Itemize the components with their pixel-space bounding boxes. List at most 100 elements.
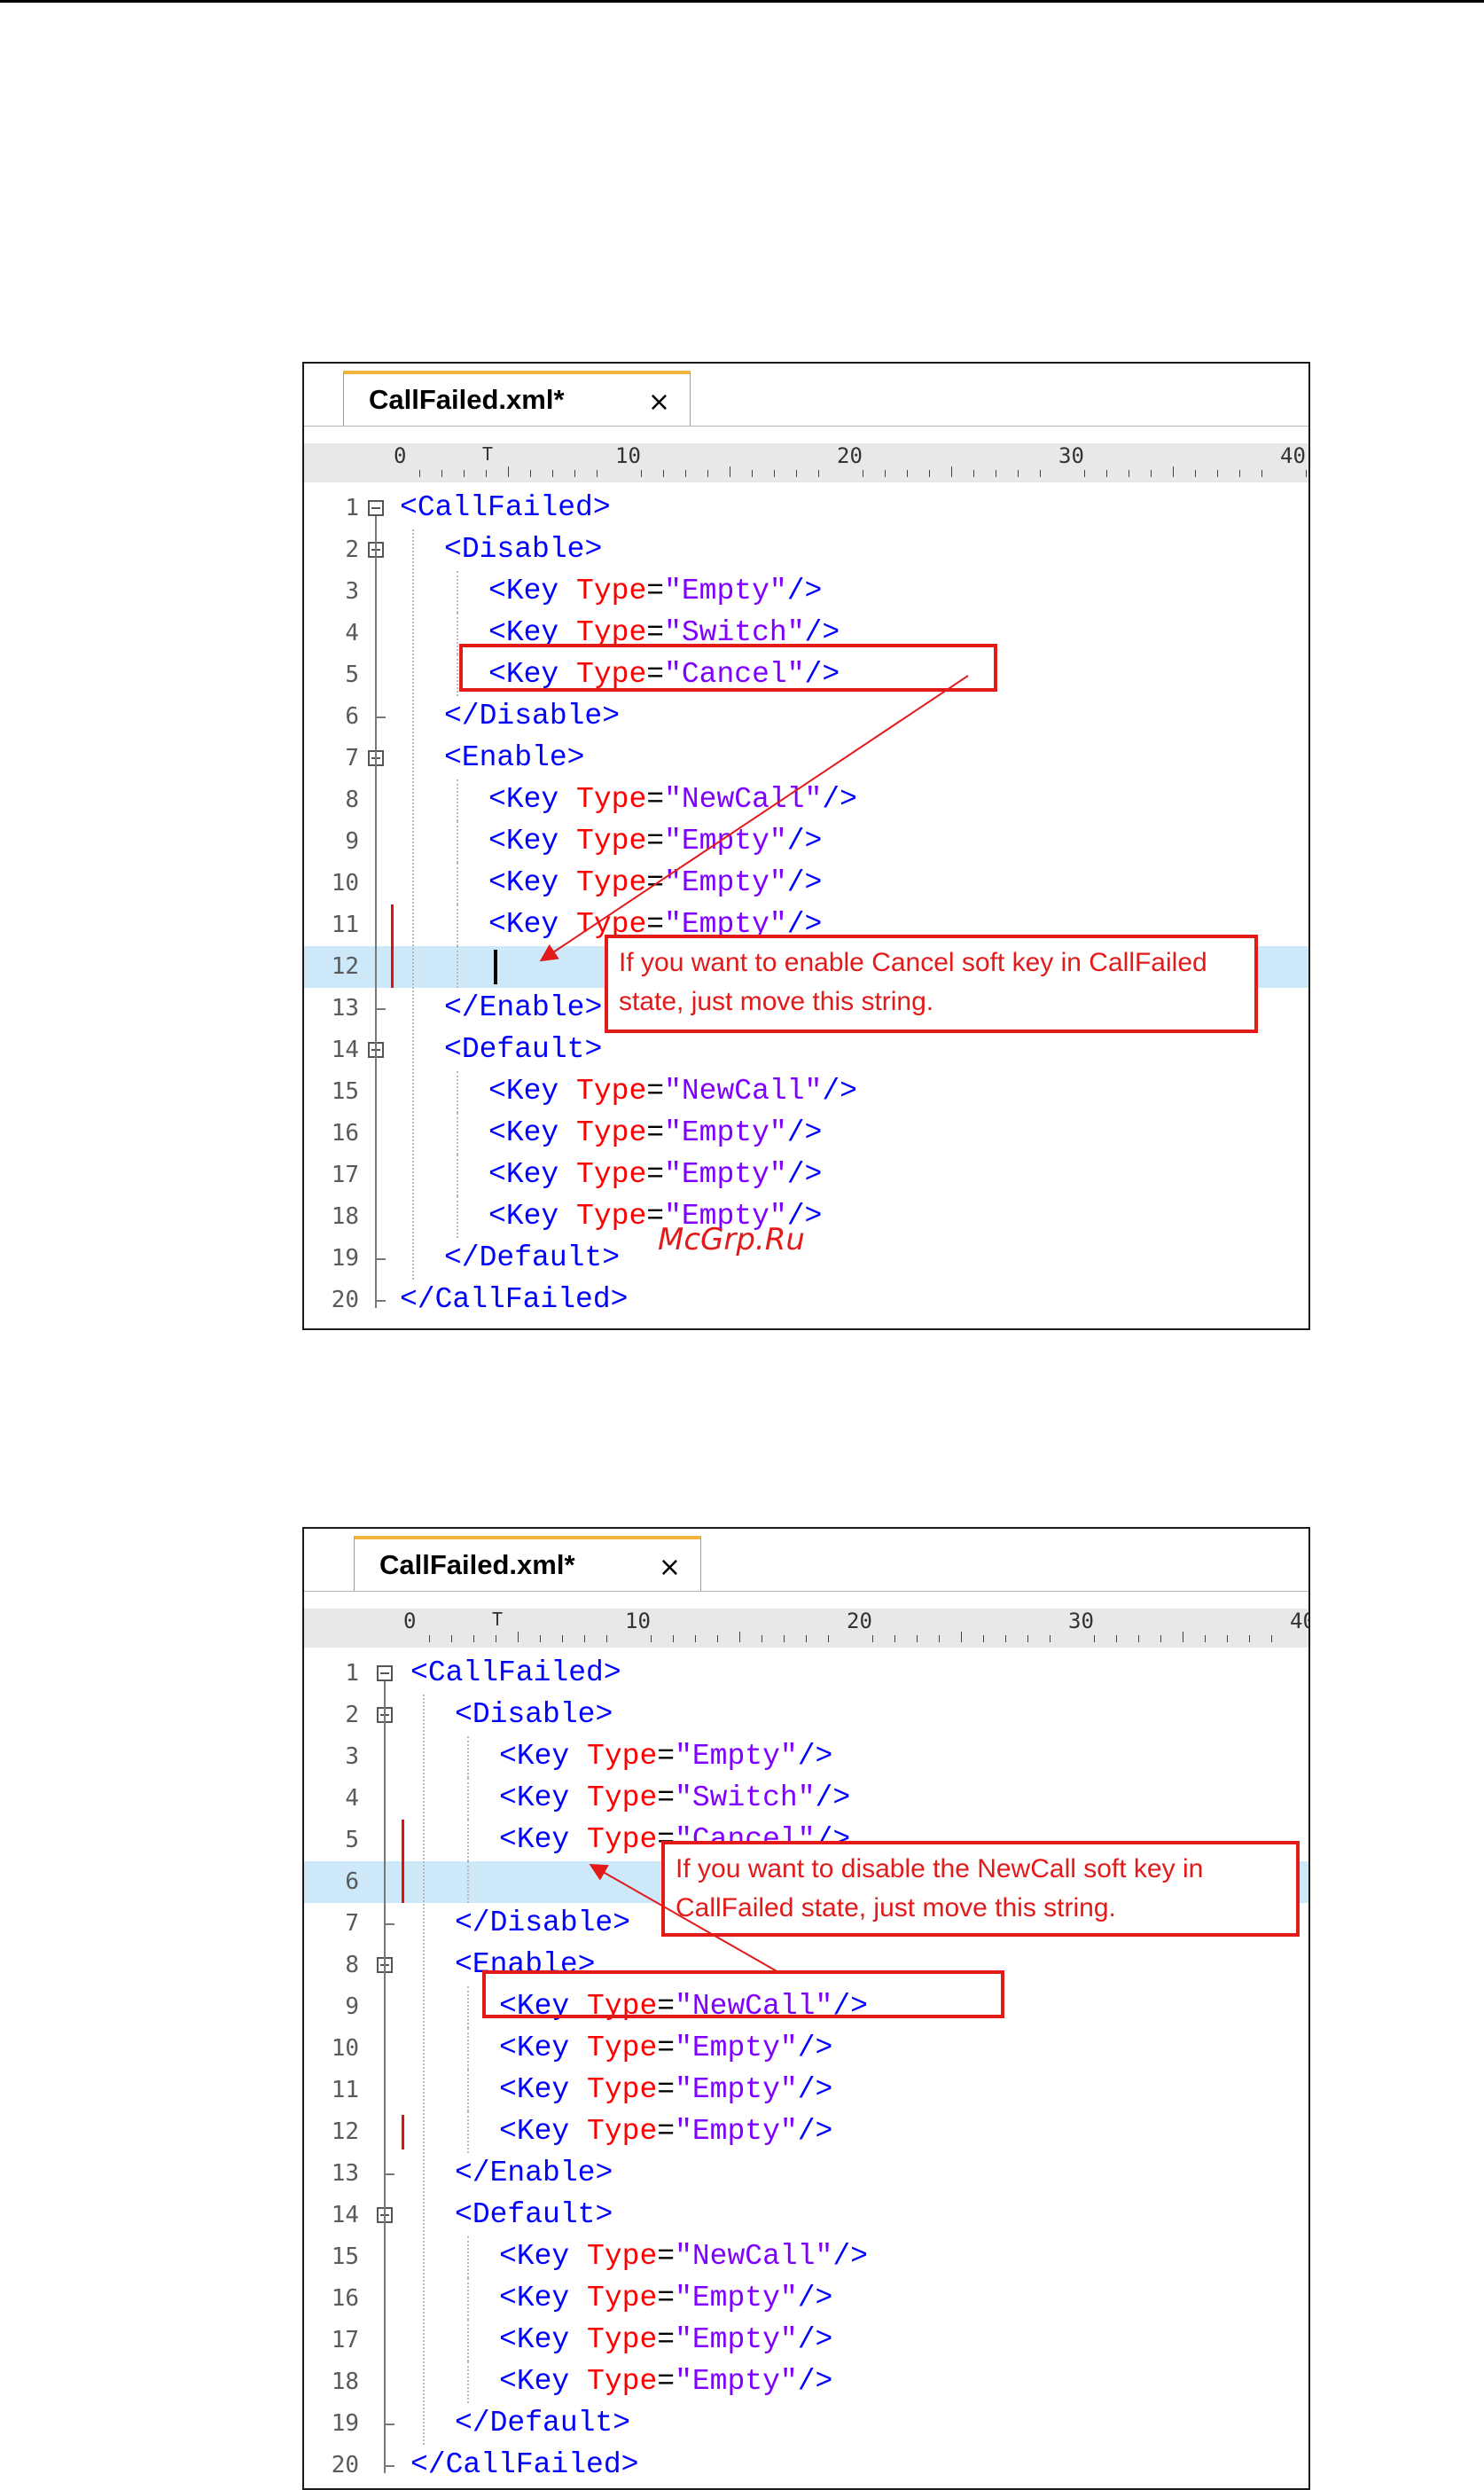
ruler-tick [1195,470,1196,477]
tab-callfailed-xml[interactable]: CallFailed.xml* × [354,1536,701,1591]
ruler-label: 30 [1058,443,1084,468]
code-line[interactable]: 3 <Key Type="Empty"/> [304,1736,1308,1778]
code-text: </Disable> [455,1907,631,1939]
line-number: 4 [345,1785,359,1812]
ruler-tick [540,1635,541,1642]
ruler-tick [685,470,686,477]
ruler-tick [784,1635,785,1642]
ruler-tick [562,1635,563,1642]
fold-end-marker [375,1300,386,1302]
line-number: 10 [331,2035,359,2062]
ruler-tick [1138,1635,1139,1642]
fold-end-marker [375,716,386,718]
code-line[interactable]: 15 <Key Type="NewCall"/> [304,1071,1308,1113]
callout-enable-cancel: If you want to enable Cancel soft key in… [605,935,1258,1033]
code-text: </Disable> [444,700,621,732]
fold-guide-line [375,516,377,1308]
close-icon[interactable]: × [659,1552,681,1583]
code-line[interactable]: 17 <Key Type="Empty"/> [304,2320,1308,2361]
fold-end-marker [384,2465,394,2467]
line-number: 15 [331,2243,359,2270]
code-line[interactable]: 2 <Disable> [304,529,1308,571]
ruler-tick [419,470,420,477]
code-line[interactable]: 20 </CallFailed> [304,2445,1308,2486]
close-icon[interactable]: × [648,387,670,418]
code-line[interactable]: 11 <Key Type="Empty"/> [304,2070,1308,2111]
fold-end-marker [375,1258,386,1260]
code-line[interactable]: 18 <Key Type="Empty"/> [304,1196,1308,1238]
line-number: 17 [331,2327,359,2353]
code-text: <Key Type="Empty"/> [499,2365,833,2398]
code-line[interactable]: 6 </Disable> [304,696,1308,738]
line-number: 2 [345,536,359,563]
change-marker [402,2115,404,2149]
line-number: 16 [331,2285,359,2312]
ruler-tick [1271,1635,1272,1642]
indent-guide [467,2320,469,2361]
ruler-tick [1106,470,1107,477]
code-line[interactable]: 16 <Key Type="Empty"/> [304,2278,1308,2320]
ruler-tick [1173,466,1174,477]
ruler-tick [1239,470,1240,477]
line-number: 18 [331,1203,359,1230]
ruler-label: 40 [1290,1609,1308,1633]
code-line[interactable]: 4 <Key Type="Switch"/> [304,1778,1308,1820]
ruler-tick [1084,470,1085,477]
fold-toggle-icon[interactable] [368,500,384,516]
ruler-tick [907,470,908,477]
code-line[interactable]: 7 <Enable> [304,738,1308,779]
code-line[interactable]: 1 <CallFailed> [304,488,1308,529]
fold-toggle-icon[interactable] [377,1665,393,1681]
code-area[interactable]: 1 <CallFailed> 2 <Disable> 3 <Key Type="Empty… [304,1648,1308,2488]
code-text: </CallFailed> [410,2448,639,2481]
ruler-tick [828,1635,829,1642]
line-number: 8 [345,787,359,813]
code-line[interactable]: 19 </Default> [304,1238,1308,1280]
indent-guide [467,1778,469,1820]
code-line[interactable]: 12 <Key Type="Empty"/> [304,2111,1308,2153]
code-text: <Key Type="Switch"/> [499,1781,851,1814]
ruler-tick [961,1632,962,1642]
ruler-tick [1217,470,1218,477]
line-number: 1 [345,1660,359,1687]
code-line[interactable]: 15 <Key Type="NewCall"/> [304,2236,1308,2278]
code-line[interactable]: 19 </Default> [304,2403,1308,2445]
code-line[interactable]: 3 <Key Type="Empty"/> [304,571,1308,613]
indent-guide [457,571,458,613]
code-line[interactable]: 14 <Default> [304,2195,1308,2236]
code-text: <Key Type="Empty"/> [488,1116,823,1149]
indent-guide [467,2070,469,2111]
highlight-box-newcall-key [482,1970,1004,2018]
code-line[interactable]: 16 <Key Type="Empty"/> [304,1113,1308,1155]
ruler-tick [1050,1635,1051,1642]
code-line[interactable]: 10 <Key Type="Empty"/> [304,863,1308,904]
code-line[interactable]: 13 </Enable> [304,2153,1308,2195]
ruler-tick [673,1635,674,1642]
code-line[interactable]: 8 <Key Type="NewCall"/> [304,779,1308,821]
code-line[interactable]: 20 </CallFailed> [304,1280,1308,1321]
code-line[interactable]: 9 <Key Type="Empty"/> [304,821,1308,863]
line-number: 16 [331,1120,359,1147]
line-number: 17 [331,1162,359,1188]
line-number: 8 [345,1952,359,1978]
tab-callfailed-xml[interactable]: CallFailed.xml* × [343,371,691,426]
tab-title: CallFailed.xml* [379,1549,575,1580]
code-text: </Default> [455,2407,631,2439]
ruler-label: 30 [1068,1609,1094,1633]
indent-guide [467,1820,469,1861]
line-number: 13 [331,995,359,1022]
line-number: 15 [331,1078,359,1105]
code-line[interactable]: 2 <Disable> [304,1695,1308,1736]
code-line[interactable]: 10 <Key Type="Empty"/> [304,2028,1308,2070]
code-area[interactable]: 1 <CallFailed> 2 <Disable> 3 <Key Type="Empty… [304,482,1308,1328]
code-line[interactable]: 1 <CallFailed> [304,1653,1308,1695]
code-line[interactable]: 17 <Key Type="Empty"/> [304,1155,1308,1196]
code-line[interactable]: 18 <Key Type="Empty"/> [304,2361,1308,2403]
code-line[interactable]: 14 <Default> [304,1030,1308,1071]
code-text: <Key Type="NewCall"/> [499,2240,868,2273]
line-number: 6 [345,1868,359,1895]
line-number: 10 [331,870,359,897]
line-number: 3 [345,1743,359,1770]
ruler-tick [473,1635,474,1642]
ruler-tick [508,466,509,477]
